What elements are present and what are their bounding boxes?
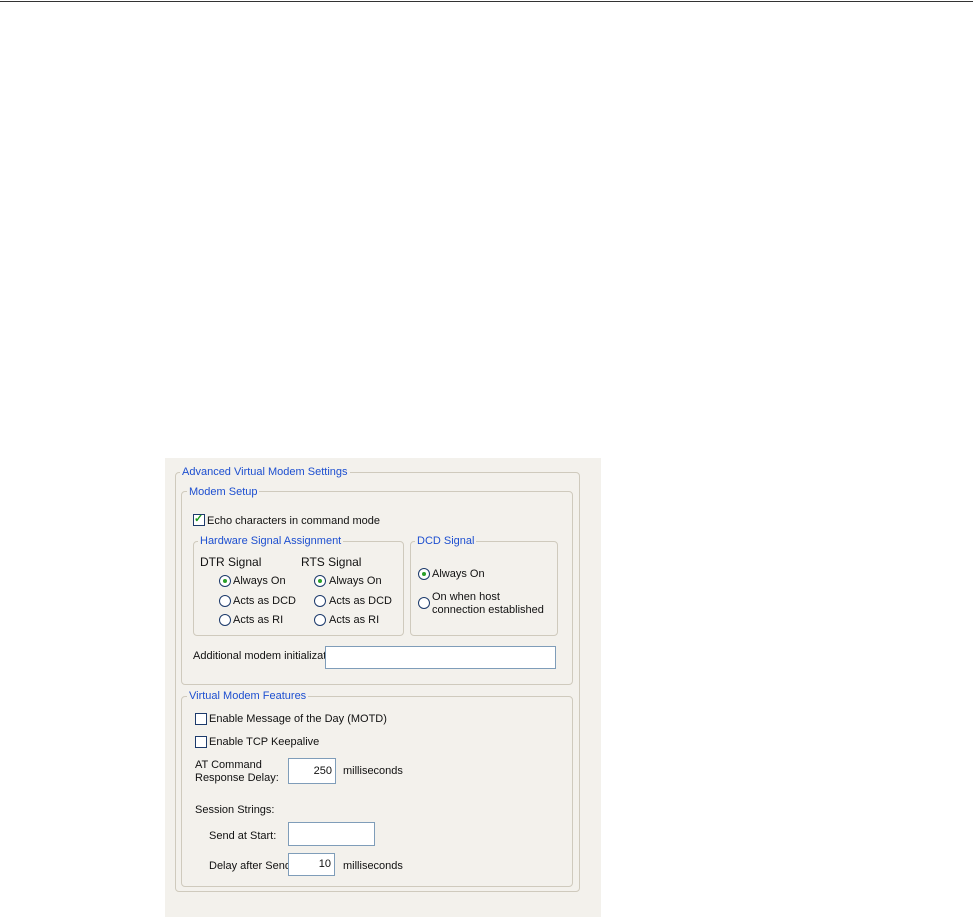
send-at-start-input[interactable] — [288, 822, 375, 846]
rts-acts-dcd-label: Acts as DCD — [329, 595, 392, 607]
at-delay-label-1: AT Command — [195, 759, 262, 771]
dtr-acts-dcd-label: Acts as DCD — [233, 595, 296, 607]
rts-acts-ri-radio[interactable] — [314, 614, 326, 626]
dtr-always-on-label: Always On — [233, 575, 286, 587]
dtr-acts-ri-label: Acts as RI — [233, 614, 284, 626]
top-rule — [0, 1, 973, 2]
hardware-signal-title: Hardware Signal Assignment — [198, 535, 344, 548]
modem-setup-title: Modem Setup — [187, 486, 260, 499]
dtr-acts-dcd-radio[interactable] — [219, 595, 231, 607]
rts-acts-ri-label: Acts as RI — [329, 614, 380, 626]
init-label: Additional modem initialization: — [193, 650, 345, 662]
send-at-start-label: Send at Start: — [209, 830, 277, 842]
advanced-settings-title: Advanced Virtual Modem Settings — [180, 466, 350, 479]
dcd-host-connection-radio[interactable] — [418, 597, 430, 609]
at-delay-unit: milliseconds — [343, 765, 403, 777]
rts-acts-dcd-radio[interactable] — [314, 595, 326, 607]
keepalive-label: Enable TCP Keepalive — [209, 736, 320, 748]
motd-label: Enable Message of the Day (MOTD) — [209, 713, 387, 725]
delay-after-send-label: Delay after Send: — [209, 860, 294, 872]
dtr-acts-ri-radio[interactable] — [219, 614, 231, 626]
at-delay-label-2: Response Delay: — [195, 772, 279, 784]
init-input[interactable] — [325, 646, 556, 669]
session-strings-label: Session Strings: — [195, 804, 275, 816]
echo-label: Echo characters in command mode — [207, 515, 381, 527]
rts-always-on-label: Always On — [329, 575, 382, 587]
features-title: Virtual Modem Features — [187, 690, 309, 703]
dcd-host-connection-label: On when host connection established — [432, 591, 544, 616]
dtr-always-on-radio[interactable] — [219, 575, 231, 587]
dcd-signal-group — [410, 541, 558, 636]
rts-signal-label: RTS Signal — [301, 555, 362, 569]
motd-checkbox[interactable] — [195, 713, 207, 725]
dcd-always-on-radio[interactable] — [418, 568, 430, 580]
at-delay-input[interactable]: 250 — [288, 758, 336, 784]
keepalive-checkbox[interactable] — [195, 736, 207, 748]
dcd-always-on-label: Always On — [432, 568, 485, 580]
dcd-signal-title: DCD Signal — [415, 535, 477, 548]
echo-checkbox[interactable] — [193, 512, 205, 526]
delay-after-send-unit: milliseconds — [343, 860, 403, 872]
rts-always-on-radio[interactable] — [314, 575, 326, 587]
dtr-signal-label: DTR Signal — [200, 555, 262, 569]
delay-after-send-input[interactable]: 10 — [288, 853, 335, 876]
